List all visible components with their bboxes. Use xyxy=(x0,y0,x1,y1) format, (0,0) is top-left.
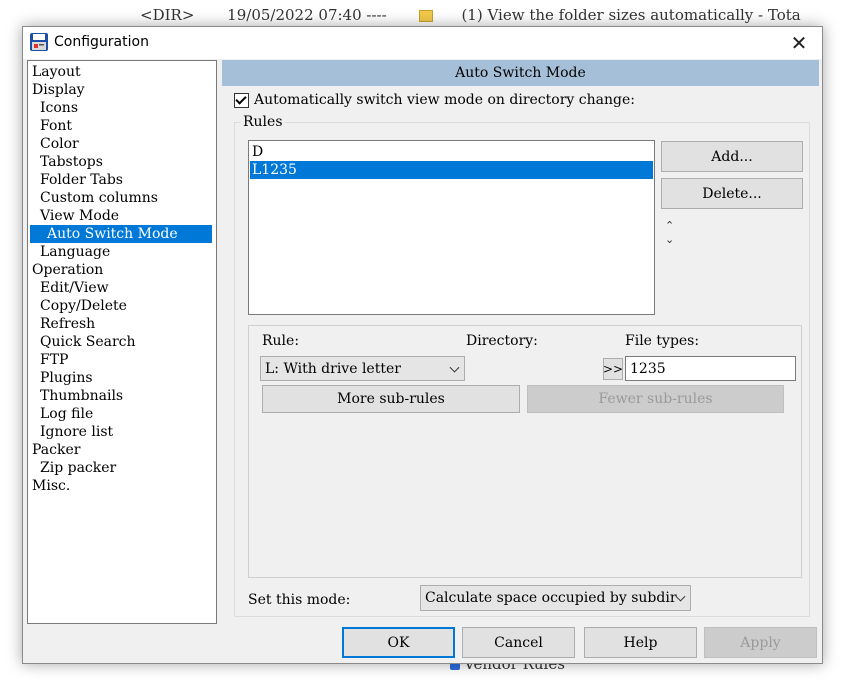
tree-item-icons[interactable]: Icons xyxy=(39,99,79,117)
auto-switch-label: Automatically switch view mode on direct… xyxy=(254,92,635,108)
set-mode-label: Set this mode: xyxy=(248,592,351,608)
close-button[interactable]: ✕ xyxy=(776,27,822,59)
rule-label: Rule: xyxy=(262,333,300,349)
tree-item-language[interactable]: Language xyxy=(39,243,111,261)
checkbox-checked-icon[interactable] xyxy=(234,92,249,108)
rule-type-select[interactable]: L: With drive letter xyxy=(260,356,465,381)
directory-label: Directory: xyxy=(466,333,538,349)
auto-switch-checkbox[interactable]: Automatically switch view mode on direct… xyxy=(234,92,635,108)
ok-button[interactable]: OK xyxy=(342,627,455,658)
tree-item-thumbnails[interactable]: Thumbnails xyxy=(39,387,124,405)
tree-item-refresh[interactable]: Refresh xyxy=(39,315,96,333)
more-subrules-button[interactable]: More sub-rules xyxy=(262,385,520,413)
tree-item-plugins[interactable]: Plugins xyxy=(39,369,94,387)
tree-item-ignore-list[interactable]: Ignore list xyxy=(39,423,114,441)
tree-item-custom-columns[interactable]: Custom columns xyxy=(39,189,159,207)
chevron-up-icon[interactable]: ⌃ xyxy=(665,219,674,233)
fewer-subrules-button: Fewer sub-rules xyxy=(527,385,784,413)
close-icon: ✕ xyxy=(790,31,808,55)
tree-item-font[interactable]: Font xyxy=(39,117,73,135)
tree-item-packer[interactable]: Packer xyxy=(31,441,81,459)
title-bar[interactable]: Configuration ✕ xyxy=(23,27,822,59)
view-mode-select[interactable]: Calculate space occupied by subdir xyxy=(420,585,691,611)
configuration-dialog: Configuration ✕ Layout Display Icons Fon… xyxy=(22,26,823,664)
file-types-input[interactable]: 1235 xyxy=(625,356,796,381)
tree-item-view-mode[interactable]: View Mode xyxy=(39,207,120,225)
bg-date-label: 19/05/2022 07:40 ---- xyxy=(227,6,387,24)
view-mode-value: Calculate space occupied by subdir xyxy=(425,590,677,606)
folder-icon xyxy=(419,10,434,22)
page-title: Auto Switch Mode xyxy=(222,60,819,86)
settings-tree[interactable]: Layout Display Icons Font Color Tabstops… xyxy=(27,60,217,624)
bg-dir-label: <DIR> xyxy=(140,6,195,24)
chevron-down-icon xyxy=(675,591,686,602)
browse-button[interactable]: >> xyxy=(603,358,623,380)
tree-item-ftp[interactable]: FTP xyxy=(39,351,69,369)
tree-item-color[interactable]: Color xyxy=(39,135,80,153)
bg-file-name: (1) View the folder sizes automatically … xyxy=(419,6,828,24)
rule-type-value: L: With drive letter xyxy=(265,360,401,377)
tree-item-auto-switch-mode[interactable]: Auto Switch Mode xyxy=(30,225,212,243)
tree-item-edit-view[interactable]: Edit/View xyxy=(39,279,110,297)
window-title: Configuration xyxy=(54,34,149,50)
rules-list[interactable]: D L1235 xyxy=(248,140,655,315)
tree-item-operation[interactable]: Operation xyxy=(31,261,104,279)
add-button[interactable]: Add... xyxy=(661,141,803,172)
tree-item-log-file[interactable]: Log file xyxy=(39,405,94,423)
apply-button: Apply xyxy=(704,627,817,658)
tree-item-copy-delete[interactable]: Copy/Delete xyxy=(39,297,128,315)
background-file-row: <DIR> 19/05/2022 07:40 ---- (1) View the… xyxy=(140,6,843,24)
help-button[interactable]: Help xyxy=(584,627,697,658)
chevron-down-icon[interactable]: ⌄ xyxy=(665,233,674,247)
chevron-down-icon xyxy=(449,362,460,373)
delete-button[interactable]: Delete... xyxy=(661,178,803,209)
list-item[interactable]: L1235 xyxy=(250,161,653,179)
app-icon xyxy=(30,33,48,51)
reorder-arrows[interactable]: ⌃ ⌄ xyxy=(665,219,674,247)
cancel-button[interactable]: Cancel xyxy=(462,627,575,658)
rules-group-label: Rules xyxy=(241,114,285,130)
tree-item-layout[interactable]: Layout xyxy=(31,63,82,81)
tree-item-display[interactable]: Display xyxy=(31,81,86,99)
tree-item-misc[interactable]: Misc. xyxy=(31,477,71,495)
list-item[interactable]: D xyxy=(250,143,653,161)
tree-item-tabstops[interactable]: Tabstops xyxy=(39,153,104,171)
tree-item-zip-packer[interactable]: Zip packer xyxy=(39,459,117,477)
file-types-label: File types: xyxy=(625,333,700,349)
tree-item-quick-search[interactable]: Quick Search xyxy=(39,333,137,351)
tree-item-folder-tabs[interactable]: Folder Tabs xyxy=(39,171,124,189)
